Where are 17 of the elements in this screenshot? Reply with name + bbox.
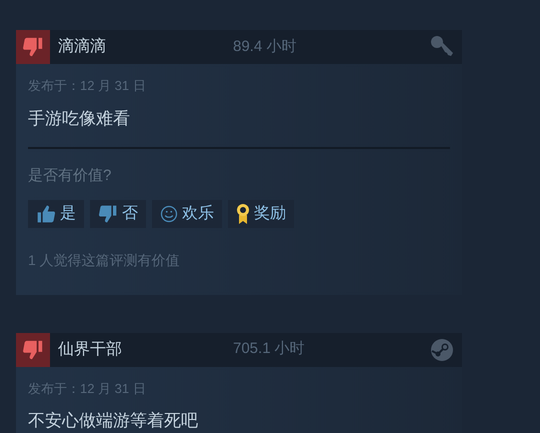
playtime: 89.4 小时 <box>233 36 296 57</box>
vote-button[interactable]: 欢乐 <box>152 200 222 228</box>
review-text: 不安心做端游等着死吧 <box>28 410 199 432</box>
award-ribbon-icon <box>236 202 250 224</box>
thumbs-up-icon <box>36 204 56 224</box>
review-text: 手游吃像难看 <box>28 108 131 130</box>
steam-logo-icon <box>430 338 454 362</box>
vote-button[interactable]: 奖励 <box>228 200 294 228</box>
vote-button[interactable]: 否 <box>90 200 146 228</box>
author-name[interactable]: 滴滴滴 <box>58 35 233 59</box>
playtime: 705.1 小时 <box>233 339 305 360</box>
thumbs-down-icon <box>98 204 118 224</box>
vote-button[interactable]: 是 <box>28 200 84 228</box>
smiley-icon <box>160 204 178 222</box>
key-icon <box>430 35 454 59</box>
helpful-question: 是否有价值? <box>28 166 112 186</box>
author-name[interactable]: 仙界干部 <box>58 338 233 362</box>
